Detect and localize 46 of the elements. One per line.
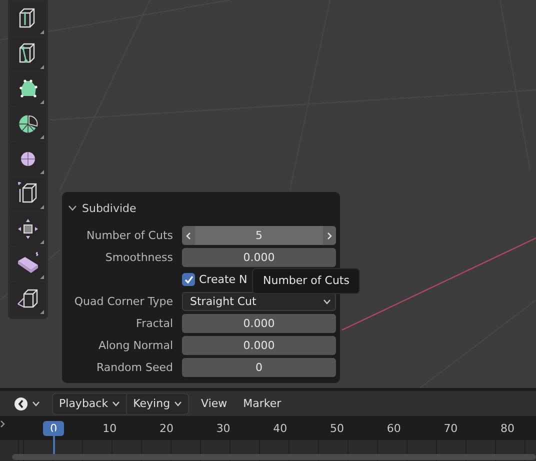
- corner-triangle-icon: [40, 275, 44, 279]
- corner-triangle-icon: [40, 135, 44, 139]
- number-stepper[interactable]: 5: [182, 226, 336, 245]
- menu-dropdown[interactable]: Keying: [126, 394, 188, 414]
- field-label: Number of Cuts: [86, 229, 173, 242]
- dropdown[interactable]: Straight Cut: [182, 292, 336, 311]
- frame-number: 20: [158, 422, 174, 434]
- caret-icon: [112, 400, 120, 406]
- menu-dropdown[interactable]: Playback: [53, 394, 126, 414]
- frame-number: 70: [442, 422, 459, 434]
- frame-number: 30: [215, 422, 232, 434]
- frame-number: 10: [102, 422, 118, 434]
- corner-triangle-icon: [40, 100, 44, 104]
- checkbox[interactable]: [182, 273, 195, 286]
- caret-icon: [32, 400, 40, 406]
- field-label: Random Seed: [95, 361, 173, 374]
- field-label: Smoothness: [104, 251, 173, 264]
- corner-triangle-icon: [40, 240, 44, 244]
- menu-item[interactable]: Marker: [235, 394, 290, 414]
- scrollbar[interactable]: [12, 454, 536, 460]
- caret-icon: [174, 400, 182, 406]
- menu-item[interactable]: View: [193, 394, 236, 414]
- corner-triangle-icon: [40, 170, 44, 174]
- checkbox-label: Create N: [199, 273, 248, 286]
- expand-icon[interactable]: [0, 420, 5, 428]
- frame-number: 50: [329, 422, 345, 434]
- number-field[interactable]: 0.000: [182, 314, 336, 333]
- number-field[interactable]: 0.000: [182, 248, 336, 267]
- field-label: Quad Corner Type: [73, 295, 173, 308]
- corner-triangle-icon: [40, 310, 44, 314]
- tool-button[interactable]: [10, 282, 46, 316]
- frame-number: 60: [386, 422, 402, 434]
- number-field[interactable]: 0: [182, 358, 336, 377]
- tooltip: Number of Cuts: [252, 268, 360, 294]
- number-field[interactable]: 0.000: [182, 336, 336, 355]
- collapse-icon[interactable]: [68, 205, 77, 211]
- field-label: Along Normal: [97, 339, 173, 352]
- corner-triangle-icon: [40, 205, 44, 209]
- corner-triangle-icon: [40, 65, 44, 69]
- field-label: Fractal: [135, 317, 173, 330]
- frame-number: 80: [500, 422, 516, 434]
- clock-icon: [14, 396, 28, 410]
- panel-title: Subdivide: [82, 202, 136, 214]
- frame-number: 40: [272, 422, 288, 434]
- caret-icon: [323, 298, 331, 304]
- corner-triangle-icon: [40, 30, 44, 34]
